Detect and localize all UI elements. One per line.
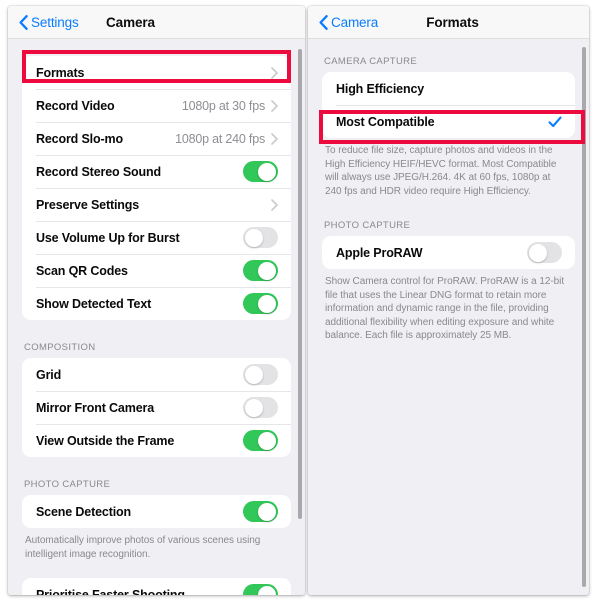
toggle-grid[interactable] <box>243 364 278 385</box>
chevron-right-icon <box>271 198 278 211</box>
row-view-outside-the-frame[interactable]: View Outside the Frame <box>22 424 291 457</box>
camera-main-group: Formats Record Video 1080p at 30 fps Rec… <box>22 56 291 320</box>
checkmark-icon <box>548 116 562 127</box>
toggle-knob <box>529 243 547 262</box>
toggle-knob <box>245 228 263 247</box>
row-label: Scan QR Codes <box>36 263 128 278</box>
row-record-video[interactable]: Record Video 1080p at 30 fps <box>22 89 291 122</box>
toggle-use-volume-up-for-burst[interactable] <box>243 227 278 248</box>
row-label: High Efficiency <box>336 81 425 96</box>
toggle-apple-proraw[interactable] <box>527 242 562 263</box>
toggle-knob <box>245 398 263 417</box>
row-label: View Outside the Frame <box>36 433 175 448</box>
row-label: Apple ProRAW <box>336 245 423 260</box>
left-scrollbar-thumb[interactable] <box>298 49 302 519</box>
toggle-prioritise-faster-shooting[interactable] <box>243 584 278 595</box>
row-mirror-front-camera[interactable]: Mirror Front Camera <box>22 391 291 424</box>
row-label: Most Compatible <box>336 114 435 129</box>
row-label: Record Slo-mo <box>36 131 123 146</box>
photo-capture-group: Scene Detection <box>22 495 291 528</box>
toggle-knob <box>258 261 276 280</box>
back-to-camera-button[interactable]: Camera <box>319 15 378 30</box>
toggle-mirror-front-camera[interactable] <box>243 397 278 418</box>
photo-capture-group-header: PHOTO CAPTURE <box>24 479 111 490</box>
toggle-record-stereo-sound[interactable] <box>243 161 278 182</box>
row-scan-qr-codes[interactable]: Scan QR Codes <box>22 254 291 287</box>
chevron-left-icon <box>19 14 28 30</box>
scene-detection-footnote: Automatically improve photos of various … <box>25 535 261 560</box>
row-apple-proraw[interactable]: Apple ProRAW <box>322 236 575 269</box>
toggle-knob <box>258 294 276 313</box>
apple-proraw-footnote: Show Camera control for ProRAW. ProRAW i… <box>325 276 565 341</box>
row-preserve-settings[interactable]: Preserve Settings <box>22 188 291 221</box>
back-label: Settings <box>31 14 79 30</box>
row-label: Record Stereo Sound <box>36 164 161 179</box>
row-label: Show Detected Text <box>36 296 152 311</box>
row-label: Use Volume Up for Burst <box>36 230 180 245</box>
back-to-settings-button[interactable]: Settings <box>19 15 79 30</box>
row-label: Scene Detection <box>36 504 132 519</box>
toggle-knob <box>245 365 263 384</box>
row-most-compatible[interactable]: Most Compatible <box>322 105 575 138</box>
row-label: Formats <box>36 65 85 80</box>
right-navigation-bar: Camera Formats <box>308 6 589 39</box>
toggle-view-outside-the-frame[interactable] <box>243 430 278 451</box>
right-scroll-area[interactable]: CAMERA CAPTURE High Efficiency Most Comp… <box>308 39 589 595</box>
camera-capture-group-header: CAMERA CAPTURE <box>324 56 418 67</box>
prioritise-faster-shooting-group: Prioritise Faster Shooting <box>22 578 291 595</box>
dual-panel-screenshot: Settings Camera Formats Record Video 108… <box>0 0 600 600</box>
row-label: Record Video <box>36 98 115 113</box>
toggle-knob <box>258 585 276 595</box>
toggle-show-detected-text[interactable] <box>243 293 278 314</box>
row-label: Prioritise Faster Shooting <box>36 587 185 596</box>
chevron-right-icon <box>271 66 278 79</box>
camera-capture-footnote: To reduce file size, capture photos and … <box>325 145 557 197</box>
row-label: Grid <box>36 367 62 382</box>
right-photo-capture-group: Apple ProRAW <box>322 236 575 269</box>
formats-panel: Camera Formats CAMERA CAPTURE High Effic… <box>308 6 589 595</box>
row-label: Mirror Front Camera <box>36 400 155 415</box>
composition-group-header: COMPOSITION <box>24 342 96 353</box>
chevron-right-icon <box>271 132 278 145</box>
toggle-scan-qr-codes[interactable] <box>243 260 278 281</box>
row-high-efficiency[interactable]: High Efficiency <box>322 72 575 105</box>
row-show-detected-text[interactable]: Show Detected Text <box>22 287 291 320</box>
row-prioritise-faster-shooting[interactable]: Prioritise Faster Shooting <box>22 578 291 595</box>
camera-settings-panel: Settings Camera Formats Record Video 108… <box>8 6 305 595</box>
row-record-slo-mo[interactable]: Record Slo-mo 1080p at 240 fps <box>22 122 291 155</box>
right-scrollbar-thumb[interactable] <box>582 47 586 587</box>
row-formats[interactable]: Formats <box>22 56 291 89</box>
chevron-right-icon <box>271 99 278 112</box>
camera-capture-group: High Efficiency Most Compatible <box>322 72 575 138</box>
row-value: 1080p at 240 fps <box>175 131 265 146</box>
left-scroll-area[interactable]: Formats Record Video 1080p at 30 fps Rec… <box>8 39 305 595</box>
toggle-scene-detection[interactable] <box>243 501 278 522</box>
toggle-knob <box>258 162 276 181</box>
row-record-stereo-sound[interactable]: Record Stereo Sound <box>22 155 291 188</box>
toggle-knob <box>258 502 276 521</box>
row-grid[interactable]: Grid <box>22 358 291 391</box>
back-label: Camera <box>331 14 379 30</box>
row-scene-detection[interactable]: Scene Detection <box>22 495 291 528</box>
right-photo-capture-group-header: PHOTO CAPTURE <box>324 220 411 231</box>
chevron-left-icon <box>319 14 328 30</box>
left-navigation-bar: Settings Camera <box>8 6 305 39</box>
row-use-volume-up-for-burst[interactable]: Use Volume Up for Burst <box>22 221 291 254</box>
composition-group: Grid Mirror Front Camera View Outside th… <box>22 358 291 457</box>
toggle-knob <box>258 431 276 450</box>
row-value: 1080p at 30 fps <box>181 98 265 113</box>
row-label: Preserve Settings <box>36 197 140 212</box>
